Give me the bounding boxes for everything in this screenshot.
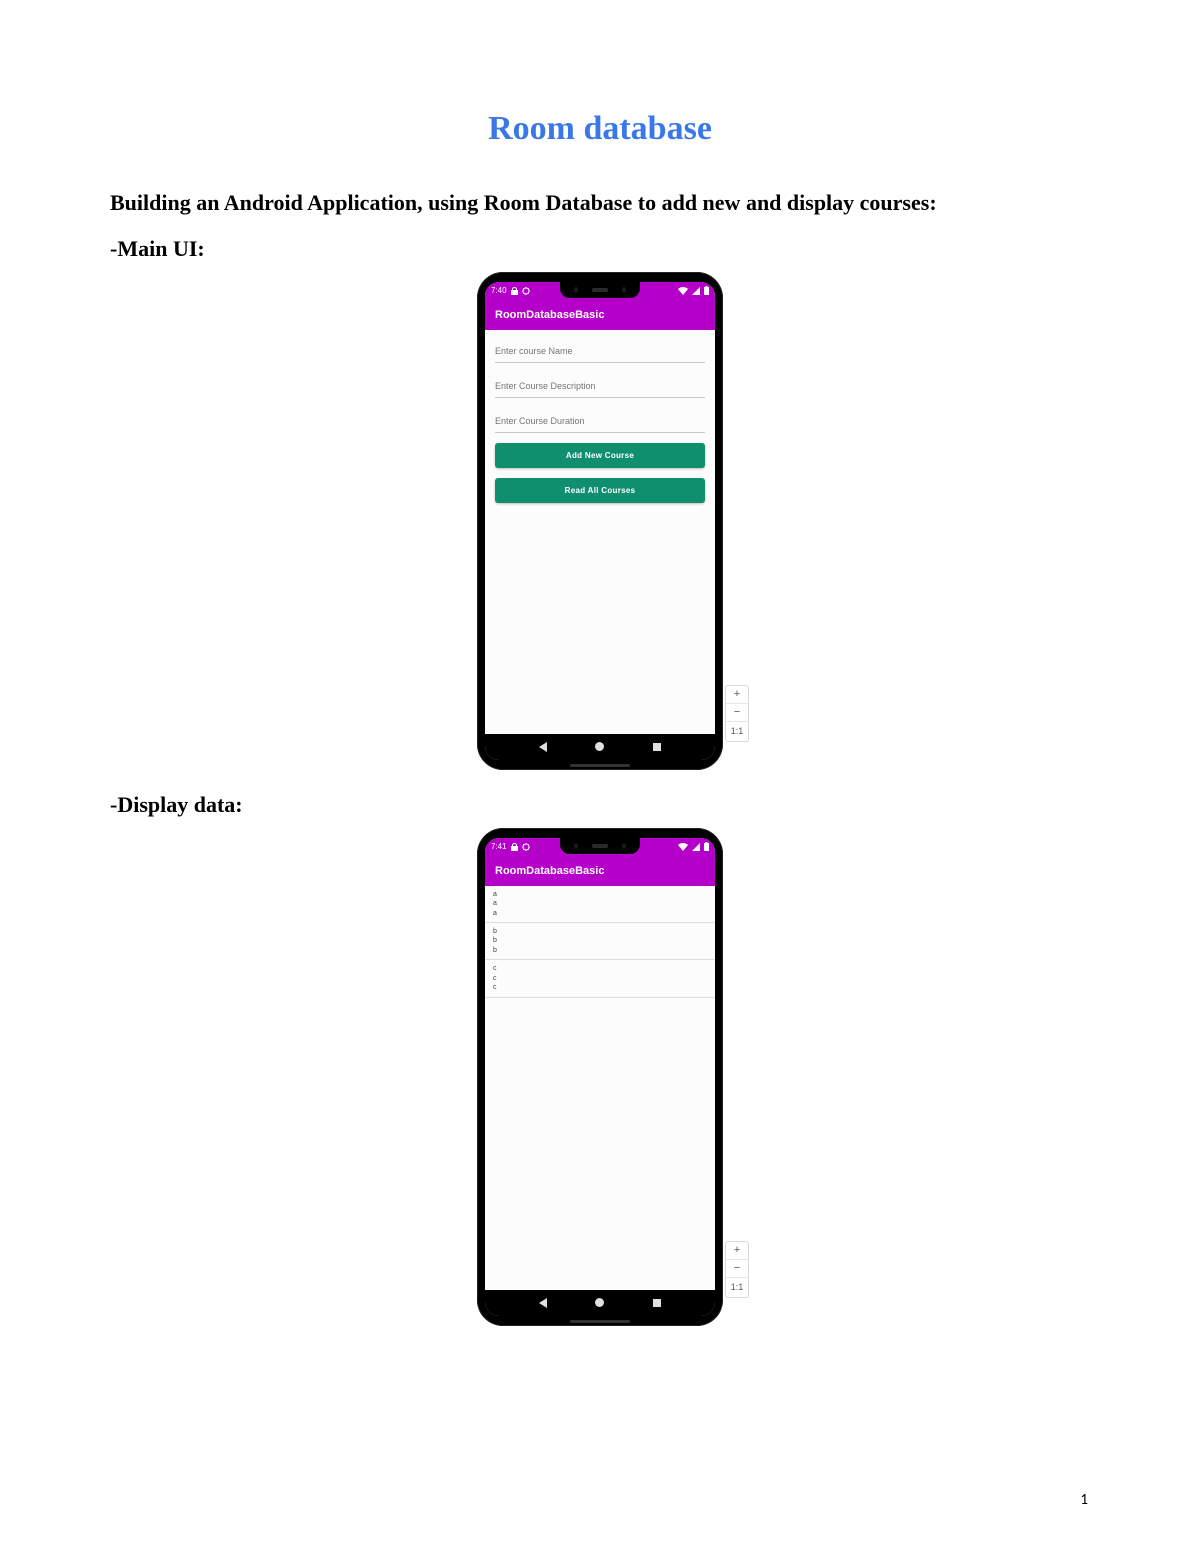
list-item[interactable]: c c c [485, 960, 715, 997]
read-all-courses-button[interactable]: Read All Courses [495, 478, 705, 503]
emulator-zoom-reset[interactable]: 1:1 [726, 722, 748, 741]
battery-icon [704, 286, 709, 295]
status-time: 7:40 [491, 287, 507, 295]
list-item-duration: a [493, 909, 707, 918]
course-description-input[interactable] [495, 373, 705, 398]
emulator-zoom-in[interactable]: + [726, 686, 748, 704]
home-handle [570, 1320, 630, 1323]
signal-icon [692, 287, 700, 295]
android-nav-bar [485, 1290, 715, 1316]
list-item-name: c [493, 964, 707, 973]
emulator-zoom-out[interactable]: − [726, 704, 748, 722]
battery-icon [704, 842, 709, 851]
nav-back-icon[interactable] [539, 742, 547, 752]
section-main-ui: -Main UI: [110, 236, 1090, 262]
emulator-zoom-controls: + − 1:1 [725, 685, 749, 742]
phone-notch [560, 282, 640, 298]
list-item-name: a [493, 890, 707, 899]
page-number: 1 [1080, 1491, 1088, 1509]
list-item-desc: c [493, 974, 707, 983]
signal-icon [692, 843, 700, 851]
intro-text: Building an Android Application, using R… [110, 188, 1090, 218]
list-item-duration: c [493, 983, 707, 992]
course-name-input[interactable] [495, 338, 705, 363]
phone-mock-main-ui: 7:40 [477, 272, 723, 770]
wifi-icon [678, 287, 688, 295]
home-handle [570, 764, 630, 767]
nav-recents-icon[interactable] [653, 1299, 661, 1307]
document-title: Room database [110, 110, 1090, 148]
list-item-desc: a [493, 899, 707, 908]
section-display-data: -Display data: [110, 792, 1090, 818]
emulator-zoom-controls: + − 1:1 [725, 1241, 749, 1298]
nav-home-icon[interactable] [595, 742, 604, 751]
android-nav-bar [485, 734, 715, 760]
emulator-zoom-out[interactable]: − [726, 1260, 748, 1278]
phone-mock-display-data: 7:41 [477, 828, 723, 1326]
nav-back-icon[interactable] [539, 1298, 547, 1308]
app-bar: RoomDatabaseBasic [485, 856, 715, 886]
debug-icon [522, 287, 530, 295]
emulator-zoom-in[interactable]: + [726, 1242, 748, 1260]
nav-home-icon[interactable] [595, 1298, 604, 1307]
status-time: 7:41 [491, 843, 507, 851]
phone-notch [560, 838, 640, 854]
wifi-icon [678, 843, 688, 851]
list-item-desc: b [493, 936, 707, 945]
lock-icon [511, 287, 518, 295]
lock-icon [511, 843, 518, 851]
add-new-course-button[interactable]: Add New Course [495, 443, 705, 468]
list-item-duration: b [493, 946, 707, 955]
list-item[interactable]: a a a [485, 886, 715, 923]
emulator-zoom-reset[interactable]: 1:1 [726, 1278, 748, 1297]
app-bar-title: RoomDatabaseBasic [495, 309, 604, 321]
course-duration-input[interactable] [495, 408, 705, 433]
list-item[interactable]: b b b [485, 923, 715, 960]
app-bar-title: RoomDatabaseBasic [495, 865, 604, 877]
debug-icon [522, 843, 530, 851]
list-item-name: b [493, 927, 707, 936]
nav-recents-icon[interactable] [653, 743, 661, 751]
app-bar: RoomDatabaseBasic [485, 300, 715, 330]
